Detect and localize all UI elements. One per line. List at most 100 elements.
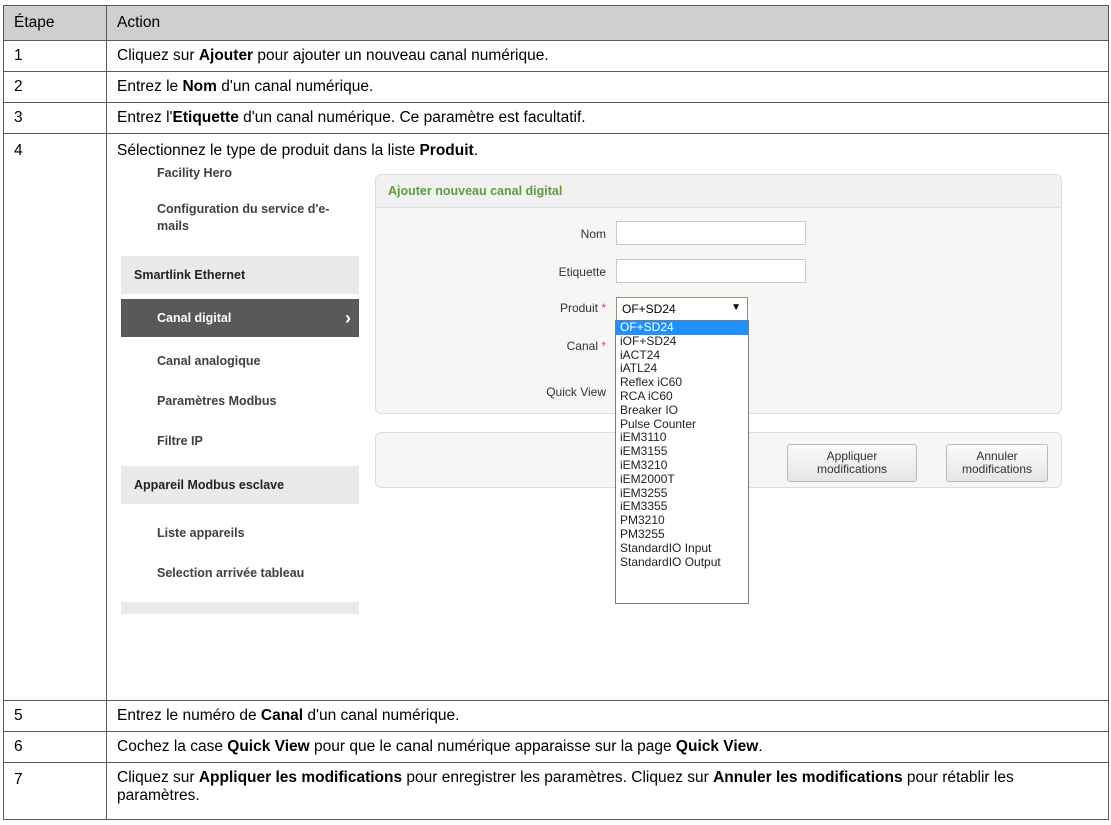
apply-button[interactable]: Appliquer modifications xyxy=(787,444,917,482)
step-action: Sélectionnez le type de produit dans la … xyxy=(106,133,1109,701)
sidebar-divider xyxy=(121,602,359,614)
text: Entrez le numéro de xyxy=(117,707,261,724)
text: d'un canal numérique. Ce paramètre est f… xyxy=(238,109,586,126)
dropdown-option[interactable]: RCA iC60 xyxy=(616,389,748,404)
bold-term: Etiquette xyxy=(172,109,239,126)
cancel-button[interactable]: Annuler modifications xyxy=(946,444,1048,482)
text: Cochez la case xyxy=(117,738,228,755)
dropdown-option[interactable]: Reflex iC60 xyxy=(616,375,748,390)
step-number: 3 xyxy=(3,102,107,134)
produit-selected-value: OF+SD24 xyxy=(622,302,676,316)
sidebar-item-filtre-ip[interactable]: Filtre IP xyxy=(121,434,359,448)
text: . xyxy=(473,142,479,159)
header-action: Action xyxy=(106,5,1109,41)
sidebar-item-canal-digital[interactable]: Canal digital › xyxy=(121,299,359,337)
table-row: 1 Cliquez sur Ajouter pour ajouter un no… xyxy=(3,40,1109,72)
canal-label-text: Canal xyxy=(566,339,598,353)
produit-select[interactable]: OF+SD24 ▼ xyxy=(616,297,748,321)
dropdown-option[interactable]: iOF+SD24 xyxy=(616,334,748,349)
sidebar-item-label: Canal digital xyxy=(157,311,232,325)
quickview-label: Quick View xyxy=(546,385,606,399)
table-row: 3 Entrez l'Etiquette d'un canal numériqu… xyxy=(3,102,1109,134)
sidebar-item-facility-hero[interactable]: Facility Hero xyxy=(121,166,359,180)
chevron-right-icon: › xyxy=(345,308,351,328)
text: pour ajouter un nouveau canal numérique. xyxy=(253,47,549,64)
dropdown-option[interactable]: iACT24 xyxy=(616,348,748,363)
dropdown-option[interactable]: OF+SD24 xyxy=(616,320,748,335)
dropdown-option[interactable]: iATL24 xyxy=(616,362,748,376)
panel-header: Ajouter nouveau canal digital xyxy=(376,175,1061,208)
sidebar-item-liste-appareils[interactable]: Liste appareils xyxy=(121,526,359,540)
step-action: Entrez le Nom d'un canal numérique. xyxy=(106,71,1109,103)
text: Entrez l' xyxy=(117,109,173,126)
table-row: 5 Entrez le numéro de Canal d'un canal n… xyxy=(3,700,1109,732)
text: Cliquez sur xyxy=(117,769,199,786)
bold-term: Nom xyxy=(182,78,217,95)
sidebar-header-smartlink: Smartlink Ethernet xyxy=(121,256,359,294)
nom-label: Nom xyxy=(580,227,606,241)
bold-term: Appliquer les modifications xyxy=(198,769,403,786)
sidebar-item-parametres-modbus[interactable]: Paramètres Modbus xyxy=(121,394,359,408)
dropdown-option[interactable]: iEM2000T xyxy=(616,472,748,487)
dropdown-option[interactable]: PM3210 xyxy=(616,513,748,528)
bold-term: Quick View xyxy=(227,738,310,755)
sidebar-item-selection-arrivee[interactable]: Selection arrivée tableau xyxy=(121,566,359,580)
text: Cliquez sur xyxy=(117,47,199,64)
text: Sélectionnez le type de produit dans la … xyxy=(117,142,420,159)
text: Entrez le xyxy=(117,78,183,95)
required-mark: * xyxy=(601,339,606,353)
dropdown-option[interactable]: Breaker IO xyxy=(616,403,748,418)
bold-term: Canal xyxy=(260,707,304,724)
cancel-button-line1: Annuler xyxy=(976,449,1018,463)
step-action: Entrez le numéro de Canal d'un canal num… xyxy=(106,700,1109,732)
header-step: Étape xyxy=(3,5,107,41)
required-mark: * xyxy=(601,301,606,315)
etiquette-label: Etiquette xyxy=(558,265,606,279)
step-number: 1 xyxy=(3,40,107,72)
apply-button-line2: modifications xyxy=(816,462,888,476)
table-row: 7 Cliquez sur Appliquer les modification… xyxy=(3,762,1109,820)
text: d'un canal numérique. xyxy=(216,78,374,95)
etiquette-input[interactable] xyxy=(616,259,806,283)
nom-input[interactable] xyxy=(616,221,806,245)
procedure-table: Étape Action 1 Cliquez sur Ajouter pour … xyxy=(3,5,1109,820)
dropdown-option[interactable]: iEM3110 xyxy=(616,431,748,445)
bold-term: Quick View xyxy=(675,738,759,755)
step-action: Cliquez sur Ajouter pour ajouter un nouv… xyxy=(106,40,1109,72)
step-number: 7 xyxy=(3,762,107,820)
step-number: 5 xyxy=(3,700,107,732)
ui-screenshot: Facility Hero Configuration du service d… xyxy=(117,166,1097,681)
table-row: 2 Entrez le Nom d'un canal numérique. xyxy=(3,71,1109,103)
sidebar-header-modbus: Appareil Modbus esclave xyxy=(121,466,359,504)
dropdown-arrow-icon: ▼ xyxy=(731,302,741,313)
step-action: Entrez l'Etiquette d'un canal numérique.… xyxy=(106,102,1109,134)
table-header-row: Étape Action xyxy=(3,5,1109,41)
step-action: Cliquez sur Appliquer les modifications … xyxy=(106,762,1109,820)
dropdown-option[interactable]: iEM3155 xyxy=(616,444,748,459)
step-number: 4 xyxy=(3,133,107,701)
produit-label-text: Produit xyxy=(559,301,598,315)
dropdown-option[interactable]: PM3255 xyxy=(616,527,748,542)
text: pour que le canal numérique apparaisse s… xyxy=(309,738,676,755)
table-row: 6 Cochez la case Quick View pour que le … xyxy=(3,731,1109,763)
bold-term: Annuler les modifications xyxy=(713,769,903,786)
dropdown-option[interactable]: StandardIO Output xyxy=(616,555,748,570)
dropdown-option[interactable]: StandardIO Input xyxy=(616,541,748,556)
dropdown-option[interactable]: iEM3210 xyxy=(616,458,748,473)
dropdown-option[interactable]: iEM3255 xyxy=(616,486,748,501)
text: pour enregistrer les paramètres. Cliquez… xyxy=(402,769,714,786)
table-row: 4 Sélectionnez le type de produit dans l… xyxy=(3,133,1109,701)
dropdown-option[interactable]: iEM3355 xyxy=(616,500,748,514)
cancel-button-line2: modifications xyxy=(961,462,1033,476)
produit-label: Produit * xyxy=(486,301,606,315)
produit-dropdown-list: OF+SD24 iOF+SD24 iACT24 iATL24 Reflex iC… xyxy=(615,320,749,604)
dropdown-option[interactable]: Pulse Counter xyxy=(616,417,748,432)
canal-label: Canal * xyxy=(486,339,606,353)
sidebar-item-canal-analogique[interactable]: Canal analogique xyxy=(121,354,359,368)
text: d'un canal numérique. xyxy=(303,707,460,724)
step-number: 2 xyxy=(3,71,107,103)
text: . xyxy=(758,738,763,755)
panel-title: Ajouter nouveau canal digital xyxy=(388,184,563,198)
bold-term: Produit xyxy=(419,142,474,159)
sidebar-item-email-config[interactable]: Configuration du service d'e-mails xyxy=(121,201,341,235)
